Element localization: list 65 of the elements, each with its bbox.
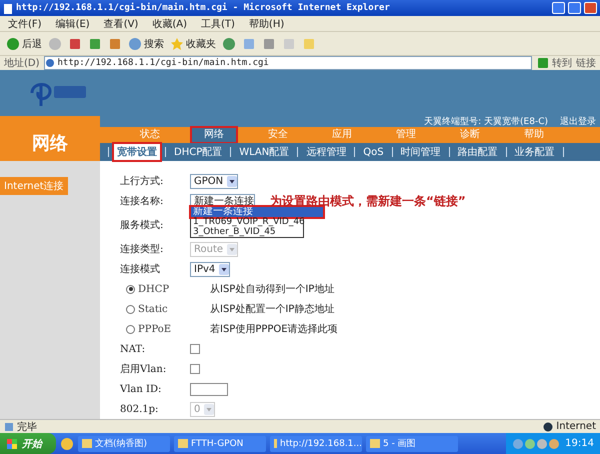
star-icon[interactable] xyxy=(170,36,184,50)
checkbox[interactable] xyxy=(190,364,200,374)
radio-option[interactable]: Static xyxy=(120,304,196,314)
radio-option[interactable]: DHCP xyxy=(120,284,196,294)
favorites-button[interactable]: 收藏夹 xyxy=(186,36,216,50)
menu-item[interactable]: 收藏(A) xyxy=(152,16,187,30)
option-description: 从ISP处自动得到一个IP地址 xyxy=(210,282,334,296)
sub-tab[interactable]: 路由配置 xyxy=(452,142,503,162)
caret-icon xyxy=(227,176,238,186)
field-label: 上行方式: xyxy=(120,174,164,188)
address-field[interactable]: http://192.168.1.1/cgi-bin/main.htm.cgi xyxy=(44,56,532,70)
address-label: 地址(D) xyxy=(4,56,40,70)
nav-tab[interactable]: 网络 xyxy=(190,126,238,144)
field-label: 服务模式: xyxy=(120,218,164,232)
field-label: 连接类型: xyxy=(120,242,164,256)
select-field[interactable]: IPv4 xyxy=(190,262,230,276)
field-label: NAT: xyxy=(120,344,146,354)
window-title: http://192.168.1.1/cgi-bin/main.htm.cgi - Microsoft Internet Explorer xyxy=(16,3,391,13)
sub-tab[interactable]: 时间管理 xyxy=(396,142,446,162)
radio-option[interactable]: PPPoE xyxy=(120,324,196,334)
annotation-text: 为设置路由模式，需新建一条“链接” xyxy=(270,193,466,210)
menu-item[interactable]: 工具(T) xyxy=(201,16,235,30)
checkbox[interactable] xyxy=(190,344,200,354)
minimize-button[interactable] xyxy=(552,2,565,14)
caret-icon xyxy=(219,264,230,274)
taskbar-item[interactable]: 文档(纳香图) xyxy=(78,436,170,452)
field-label: Vlan ID: xyxy=(120,384,162,394)
links-button[interactable]: 链接 xyxy=(576,56,596,70)
caret-icon xyxy=(227,244,238,254)
select-field[interactable]: GPON xyxy=(190,174,238,188)
dropdown-option[interactable]: 3_Other_B_VID_45 xyxy=(191,227,303,237)
search-button[interactable]: 搜索 xyxy=(144,36,164,50)
menu-item[interactable]: 文件(F) xyxy=(8,16,42,30)
logout-link[interactable]: 退出登录 xyxy=(560,115,596,128)
menu-item[interactable]: 帮助(H) xyxy=(248,16,284,30)
field-label: 连接模式 xyxy=(120,262,161,276)
zone-text: Internet xyxy=(556,421,596,432)
sub-tab[interactable]: QoS xyxy=(358,144,389,160)
field-label: 802.1p: xyxy=(120,404,160,414)
section-title: 网络 xyxy=(0,116,100,161)
sub-tab[interactable]: 远程管理 xyxy=(301,142,352,162)
clock: 19:14 xyxy=(565,438,594,449)
go-button[interactable]: 转到 xyxy=(552,56,572,70)
sub-tab[interactable]: WLAN配置 xyxy=(234,142,294,162)
menu-item[interactable]: 查看(V) xyxy=(104,16,138,30)
field-label: 连接名称: xyxy=(120,194,164,208)
model-text: 天翼终端型号: 天翼宽带(E8-C) xyxy=(424,116,548,128)
option-description: 若ISP使用PPPOE请选择此项 xyxy=(210,322,338,336)
sub-tab[interactable]: DHCP配置 xyxy=(169,142,228,162)
taskbar-item[interactable]: 5 - 画图 xyxy=(366,436,458,452)
start-button[interactable]: 开始 xyxy=(0,433,56,454)
taskbar-item[interactable]: FTTH-GPON xyxy=(174,436,266,452)
field-label: 启用Vlan: xyxy=(120,362,168,376)
back-button[interactable]: 后退 xyxy=(22,36,42,50)
menu-item[interactable]: 编辑(E) xyxy=(56,16,90,30)
input-field[interactable] xyxy=(190,382,228,396)
option-description: 从ISP处配置一个IP静态地址 xyxy=(210,302,334,316)
close-button[interactable] xyxy=(584,2,597,14)
caret-icon xyxy=(204,404,214,414)
maximize-button[interactable] xyxy=(568,2,581,14)
sub-tab[interactable]: 业务配置 xyxy=(510,142,560,162)
flag-icon xyxy=(6,438,18,450)
status-text: 完毕 xyxy=(17,420,37,434)
taskbar-item[interactable]: http://192.168.1... xyxy=(270,436,362,452)
sub-tab[interactable]: 宽带设置 xyxy=(112,142,162,162)
